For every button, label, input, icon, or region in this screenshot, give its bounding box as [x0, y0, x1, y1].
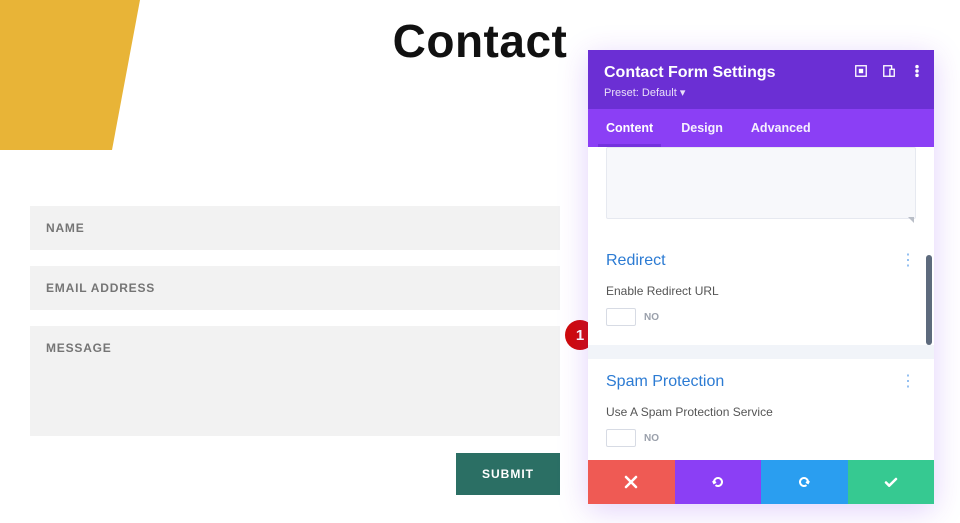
panel-preset[interactable]: Preset: Default ▾ — [604, 86, 918, 99]
tabs: Content Design Advanced — [588, 109, 934, 147]
panel-header: Contact Form Settings Preset: Default ▾ — [588, 50, 934, 109]
redirect-option-label: Enable Redirect URL — [606, 284, 916, 298]
tab-advanced[interactable]: Advanced — [751, 109, 811, 147]
confirm-button[interactable] — [848, 460, 935, 504]
tab-content[interactable]: Content — [606, 109, 653, 147]
email-input[interactable] — [30, 266, 560, 310]
panel-body[interactable]: Redirect ⋮ Enable Redirect URL NO Spam P… — [588, 147, 934, 460]
responsive-icon[interactable] — [882, 64, 896, 83]
message-input[interactable] — [30, 326, 560, 436]
submit-button[interactable]: SUBMIT — [456, 453, 560, 495]
name-input[interactable] — [30, 206, 560, 250]
spam-toggle-value: NO — [644, 433, 659, 444]
spam-option-label: Use A Spam Protection Service — [606, 405, 916, 419]
menu-dots-icon[interactable] — [910, 64, 924, 83]
tab-design[interactable]: Design — [681, 109, 723, 147]
redirect-toggle-value: NO — [644, 312, 659, 323]
undo-button[interactable] — [675, 460, 762, 504]
spam-section: Spam Protection ⋮ Use A Spam Protection … — [588, 359, 934, 460]
redirect-title[interactable]: Redirect — [606, 252, 666, 270]
spam-toggle[interactable]: NO — [606, 429, 659, 447]
panel-footer — [588, 460, 934, 504]
settings-panel: Contact Form Settings Preset: Default ▾ … — [588, 50, 934, 504]
close-button[interactable] — [588, 460, 675, 504]
scrollbar[interactable] — [926, 255, 932, 345]
spam-title[interactable]: Spam Protection — [606, 373, 724, 391]
expand-icon[interactable] — [854, 64, 868, 83]
section-menu-icon[interactable]: ⋮ — [900, 374, 916, 390]
section-menu-icon[interactable]: ⋮ — [900, 253, 916, 269]
redirect-toggle[interactable]: NO — [606, 308, 659, 326]
contact-form: SUBMIT — [30, 206, 560, 495]
redirect-section: Redirect ⋮ Enable Redirect URL NO — [588, 238, 934, 345]
resize-handle-icon[interactable] — [908, 217, 914, 223]
redo-button[interactable] — [761, 460, 848, 504]
message-textarea[interactable] — [606, 147, 916, 219]
